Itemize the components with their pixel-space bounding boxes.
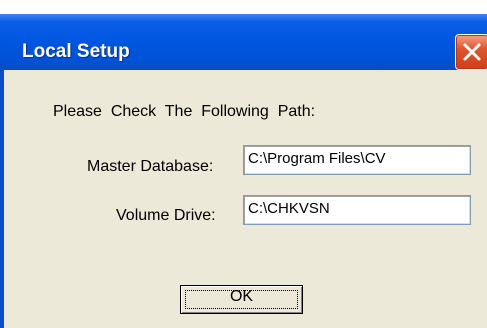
local-setup-dialog: Local Setup Please Check The Following P… — [0, 0, 487, 328]
master-database-label: Master Database: — [87, 158, 214, 175]
close-icon — [463, 43, 481, 61]
master-database-input[interactable]: C:\Program Files\CV — [243, 145, 471, 175]
ok-button-label: OK — [229, 288, 254, 305]
ok-button[interactable]: OK — [180, 285, 303, 314]
instructions-text: Please Check The Following Path: — [53, 103, 316, 120]
volume-drive-label: Volume Drive: — [116, 207, 216, 224]
title-bar[interactable]: Local Setup — [0, 14, 487, 70]
close-button[interactable] — [455, 34, 487, 70]
volume-drive-input[interactable]: C:\CHKVSN — [243, 195, 471, 225]
window-title: Local Setup — [22, 41, 130, 62]
